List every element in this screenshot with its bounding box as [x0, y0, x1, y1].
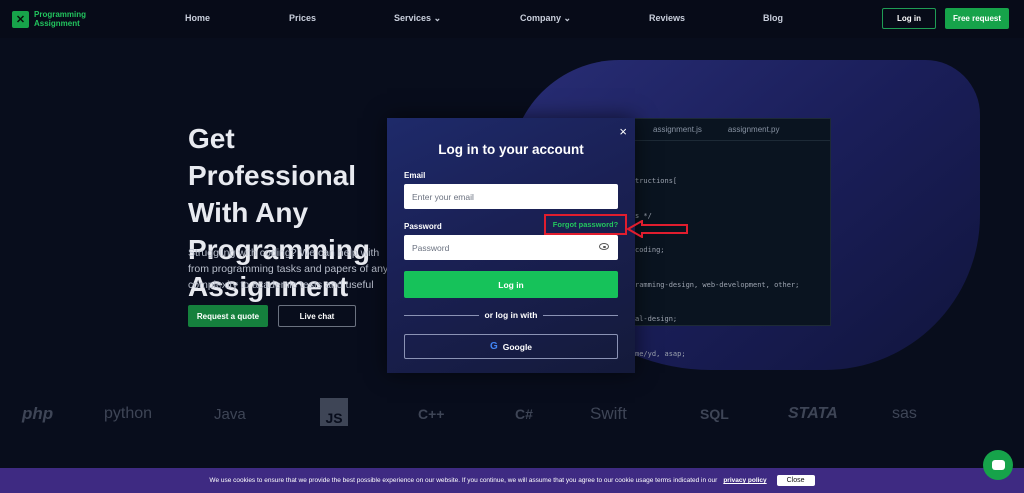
login-modal: × Log in to your account Email Enter you…: [387, 118, 635, 373]
csharp-logo: C#: [515, 406, 533, 422]
email-field[interactable]: Enter your email: [404, 184, 618, 209]
swift-logo: Swift: [590, 404, 627, 423]
password-label: Password: [404, 222, 442, 231]
logo-icon: ✕: [12, 10, 29, 28]
js-logo: JS: [320, 398, 348, 426]
nav-blog[interactable]: Blog: [763, 13, 783, 23]
code-line: ramming-design, web-development, other;: [635, 280, 800, 289]
chevron-down-icon: ⌄: [433, 13, 442, 23]
logo-text: Programming Assignment: [34, 10, 87, 28]
free-request-button[interactable]: Free request: [945, 8, 1009, 29]
nav-reviews[interactable]: Reviews: [649, 13, 685, 23]
login-button[interactable]: Log in: [404, 271, 618, 298]
logo[interactable]: ✕ Programming Assignment: [12, 10, 94, 28]
password-field[interactable]: Password: [404, 235, 618, 260]
request-quote-button[interactable]: Request a quote: [188, 305, 268, 327]
header-login-button[interactable]: Log in: [882, 8, 936, 29]
cookie-text: We use cookies to ensure that we provide…: [209, 477, 718, 484]
tech-logos: php python Java JS C++ C# Swift SQL STAT…: [0, 392, 1024, 436]
cpp-logo: C++: [418, 406, 445, 422]
google-login-button[interactable]: G Google: [404, 334, 618, 359]
divider: [543, 315, 618, 316]
chat-widget-button[interactable]: [983, 450, 1013, 480]
code-tab-js[interactable]: assignment.js: [635, 119, 710, 140]
code-line: me/yd, asap;: [635, 349, 686, 358]
email-label: Email: [404, 171, 426, 180]
code-content: tructions[ s */ coding; ramming-design, …: [635, 141, 830, 383]
sql-logo: SQL: [700, 406, 729, 422]
forgot-password-link[interactable]: Forgot password?: [544, 214, 627, 235]
google-icon: G: [489, 341, 498, 352]
nav-services[interactable]: Services ⌄: [394, 13, 441, 24]
password-placeholder: Password: [412, 242, 450, 253]
python-logo: python: [104, 405, 153, 422]
hero-description: Struggling with coding? We can help with…: [188, 247, 389, 291]
php-logo: php: [22, 404, 54, 423]
nav-company[interactable]: Company ⌄: [520, 13, 571, 24]
nav-prices[interactable]: Prices: [289, 13, 316, 23]
privacy-policy-link[interactable]: privacy policy: [723, 477, 766, 484]
eye-icon[interactable]: [599, 243, 609, 250]
cookie-banner: We use cookies to ensure that we provide…: [0, 468, 1024, 493]
modal-title: Log in to your account: [438, 142, 584, 157]
nav-services-label: Services: [394, 13, 432, 23]
code-tabs: assignment.js assignment.py: [635, 119, 830, 141]
close-icon[interactable]: ×: [619, 124, 627, 139]
code-line: al-design;: [635, 315, 678, 323]
nav-company-label: Company: [520, 13, 562, 23]
code-line: tructions[: [635, 177, 678, 185]
nav-home[interactable]: Home: [185, 13, 210, 23]
live-chat-button[interactable]: Live chat: [278, 305, 356, 327]
chevron-down-icon: ⌄: [563, 13, 572, 23]
chat-icon: [991, 460, 1005, 470]
stata-logo: STATA: [788, 405, 838, 422]
annotation-arrow-icon: [627, 220, 688, 238]
cookie-close-button[interactable]: Close: [776, 475, 815, 486]
google-label: Google: [502, 341, 533, 352]
java-logo: Java: [214, 405, 246, 423]
site-header: ✕ Programming Assignment Home Prices Ser…: [0, 0, 1024, 38]
code-tab-py[interactable]: assignment.py: [710, 119, 788, 140]
code-line: coding;: [635, 246, 665, 254]
sas-logo: sas: [892, 405, 917, 422]
